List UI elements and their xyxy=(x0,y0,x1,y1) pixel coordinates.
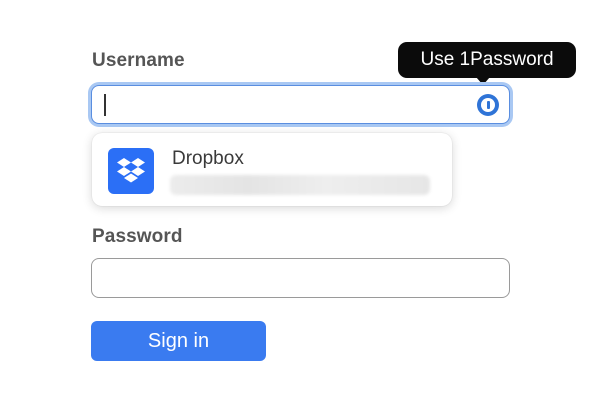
sign-in-button[interactable]: Sign in xyxy=(91,321,266,361)
username-focus-ring xyxy=(88,82,513,127)
suggestion-title: Dropbox xyxy=(172,148,244,169)
1password-button[interactable] xyxy=(477,94,499,116)
1password-icon xyxy=(481,98,495,112)
username-label: Username xyxy=(92,50,185,71)
autofill-suggestion-dropbox[interactable]: Dropbox xyxy=(92,133,452,206)
password-label: Password xyxy=(92,226,183,247)
dropbox-logo-icon xyxy=(108,148,154,194)
username-field[interactable] xyxy=(91,85,510,124)
use-1password-tooltip: Use 1Password xyxy=(398,42,576,78)
password-field[interactable] xyxy=(91,258,510,298)
text-caret xyxy=(104,94,106,116)
suggestion-account-redacted xyxy=(170,175,430,195)
